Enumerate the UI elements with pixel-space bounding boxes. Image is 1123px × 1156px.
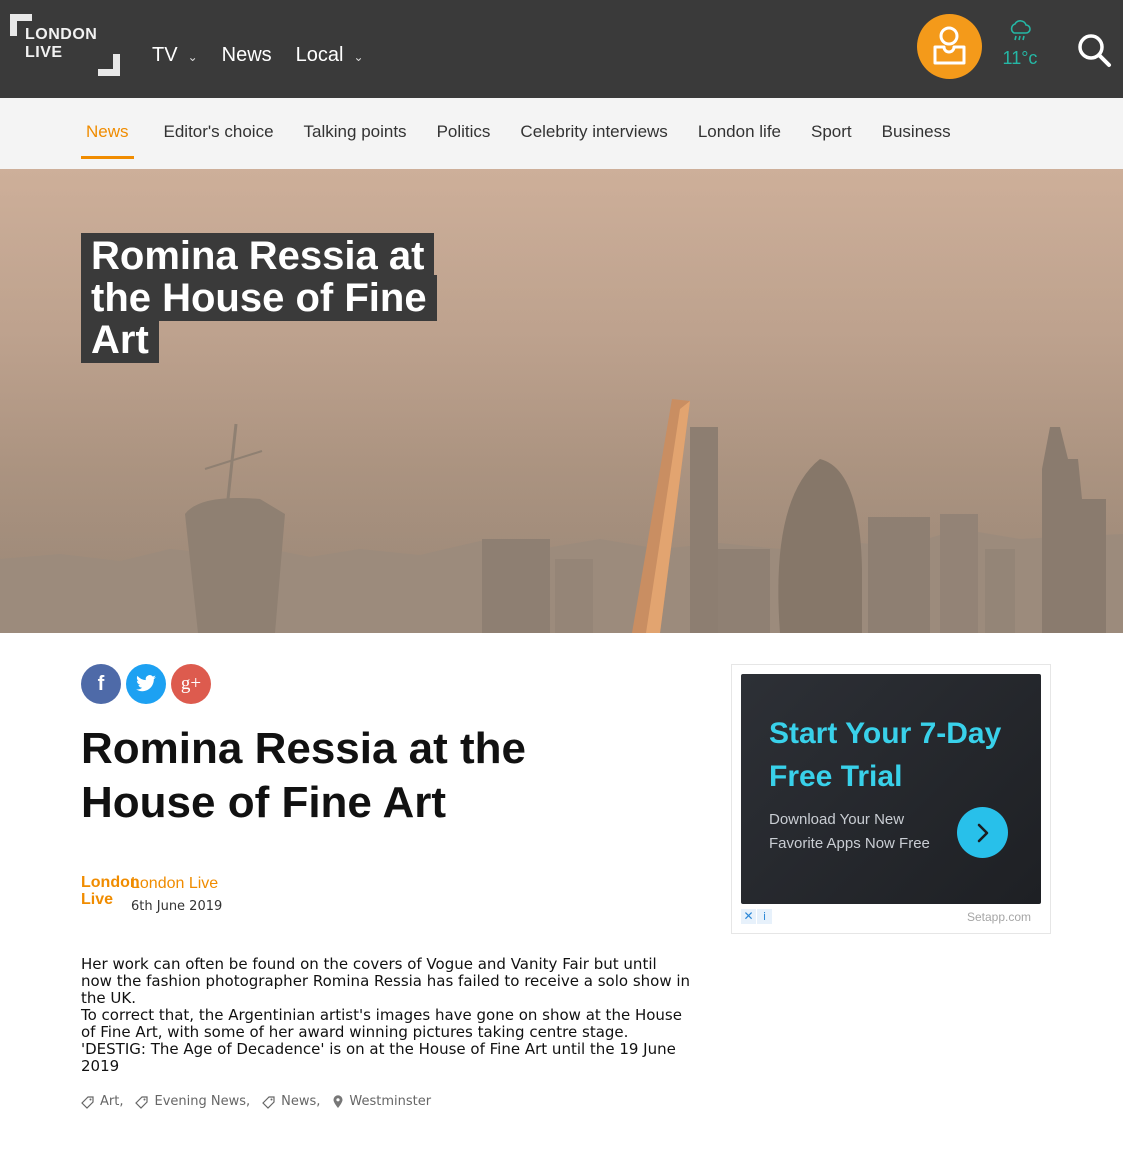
publish-date: 6th June 2019: [131, 899, 223, 914]
tag-news[interactable]: News,: [262, 1094, 320, 1109]
nav-item-label: Local: [295, 44, 344, 66]
logo-line-1: LONDON: [25, 26, 98, 43]
tag-icon: [262, 1095, 275, 1109]
ad-cta-button[interactable]: [957, 807, 1008, 858]
section-tab-editors-choice[interactable]: Editor's choice: [164, 98, 274, 159]
article-body: Her work can often be found on the cover…: [81, 956, 691, 1075]
ad-domain[interactable]: Setapp.com: [967, 910, 1031, 924]
article-title: Romina Ressia at the House of Fine Art: [81, 724, 527, 827]
search-button[interactable]: [1076, 32, 1112, 68]
ad-creative[interactable]: Start Your 7-Day Free Trial Download You…: [741, 674, 1041, 904]
ad-footer: ✕ i Setapp.com: [741, 909, 1041, 925]
section-tab-celebrity-interviews[interactable]: Celebrity interviews: [520, 98, 667, 159]
article-paragraph: 'DESTIG: The Age of Decadence' is on at …: [81, 1040, 676, 1075]
tag-evening-news[interactable]: Evening News,: [135, 1094, 250, 1109]
tag-label: Evening News: [154, 1094, 246, 1109]
rain-cloud-icon: [1010, 20, 1031, 41]
advertisement: Start Your 7-Day Free Trial Download You…: [731, 664, 1051, 934]
section-tab-news[interactable]: News: [81, 98, 134, 159]
twitter-share-button[interactable]: [126, 664, 166, 704]
nav-item-label: TV: [152, 44, 178, 66]
facebook-icon: f: [97, 672, 105, 695]
weather-temperature: 11°c: [1002, 48, 1038, 68]
share-buttons: f g+: [81, 664, 211, 704]
article-paragraph: Her work can often be found on the cover…: [81, 955, 691, 1007]
logo-corner-bottom-right: [98, 54, 120, 76]
section-tab-sport[interactable]: Sport: [811, 98, 852, 159]
chevron-down-icon: ⌄: [187, 49, 198, 64]
tag-location-westminster[interactable]: Westminster: [332, 1094, 431, 1109]
logo-text: LONDON LIVE: [25, 26, 97, 62]
tag-art[interactable]: Art,: [81, 1094, 123, 1109]
chevron-right-icon: [977, 823, 988, 842]
tag-separator: ,: [316, 1094, 321, 1109]
hero-banner: Romina Ressia at the House of Fine Art: [0, 169, 1123, 633]
author-name[interactable]: London Live: [131, 875, 218, 893]
location-pin-icon: [333, 1094, 343, 1108]
tag-icon: [135, 1095, 149, 1109]
section-tab-politics[interactable]: Politics: [437, 98, 491, 159]
nav-item-local[interactable]: Local ⌄: [296, 44, 364, 67]
tag-separator: ,: [246, 1094, 251, 1109]
logo-line-2: LIVE: [25, 44, 63, 61]
weather-widget[interactable]: 11°c: [1000, 20, 1040, 69]
tag-label: News: [281, 1094, 317, 1109]
chevron-down-icon: ⌄: [353, 49, 364, 64]
nav-item-news[interactable]: News: [222, 44, 272, 67]
user-profile-icon: [933, 26, 966, 65]
tag-label: Art: [100, 1094, 120, 1109]
location-label: Westminster: [349, 1094, 432, 1109]
top-bar: LONDON LIVE TV ⌄ News Local ⌄ 11°c: [0, 0, 1123, 98]
london-live-logo[interactable]: LONDON LIVE: [10, 14, 120, 76]
section-tab-talking-points[interactable]: Talking points: [304, 98, 407, 159]
facebook-share-button[interactable]: f: [81, 664, 121, 704]
section-tab-business[interactable]: Business: [882, 98, 951, 159]
google-plus-icon: g+: [180, 673, 202, 694]
twitter-icon: [136, 675, 156, 692]
article-tags: Art, Evening News, News, Westminster: [81, 1094, 443, 1109]
tag-icon: [81, 1095, 94, 1109]
hero-title: Romina Ressia at the House of Fine Art: [81, 233, 481, 363]
user-profile-button[interactable]: [917, 14, 982, 79]
nav-item-label: News: [221, 44, 272, 66]
ad-headline: Start Your 7-Day Free Trial: [769, 717, 1002, 793]
ad-info-icon[interactable]: i: [757, 909, 772, 924]
hero-title-text: Romina Ressia at the House of Fine Art: [81, 233, 437, 363]
section-tab-london-life[interactable]: London life: [698, 98, 781, 159]
ad-subtext: Download Your New Favorite Apps Now Free: [769, 811, 930, 852]
main-nav: TV ⌄ News Local ⌄: [152, 44, 388, 67]
google-plus-share-button[interactable]: g+: [171, 664, 211, 704]
search-icon: [1078, 34, 1111, 67]
tag-separator: ,: [119, 1094, 124, 1109]
article-paragraph: To correct that, the Argentinian artist'…: [81, 1006, 682, 1041]
section-nav: News Editor's choice Talking points Poli…: [0, 98, 1123, 169]
ad-close-icon[interactable]: ✕: [741, 909, 756, 924]
nav-item-tv[interactable]: TV ⌄: [152, 44, 198, 67]
